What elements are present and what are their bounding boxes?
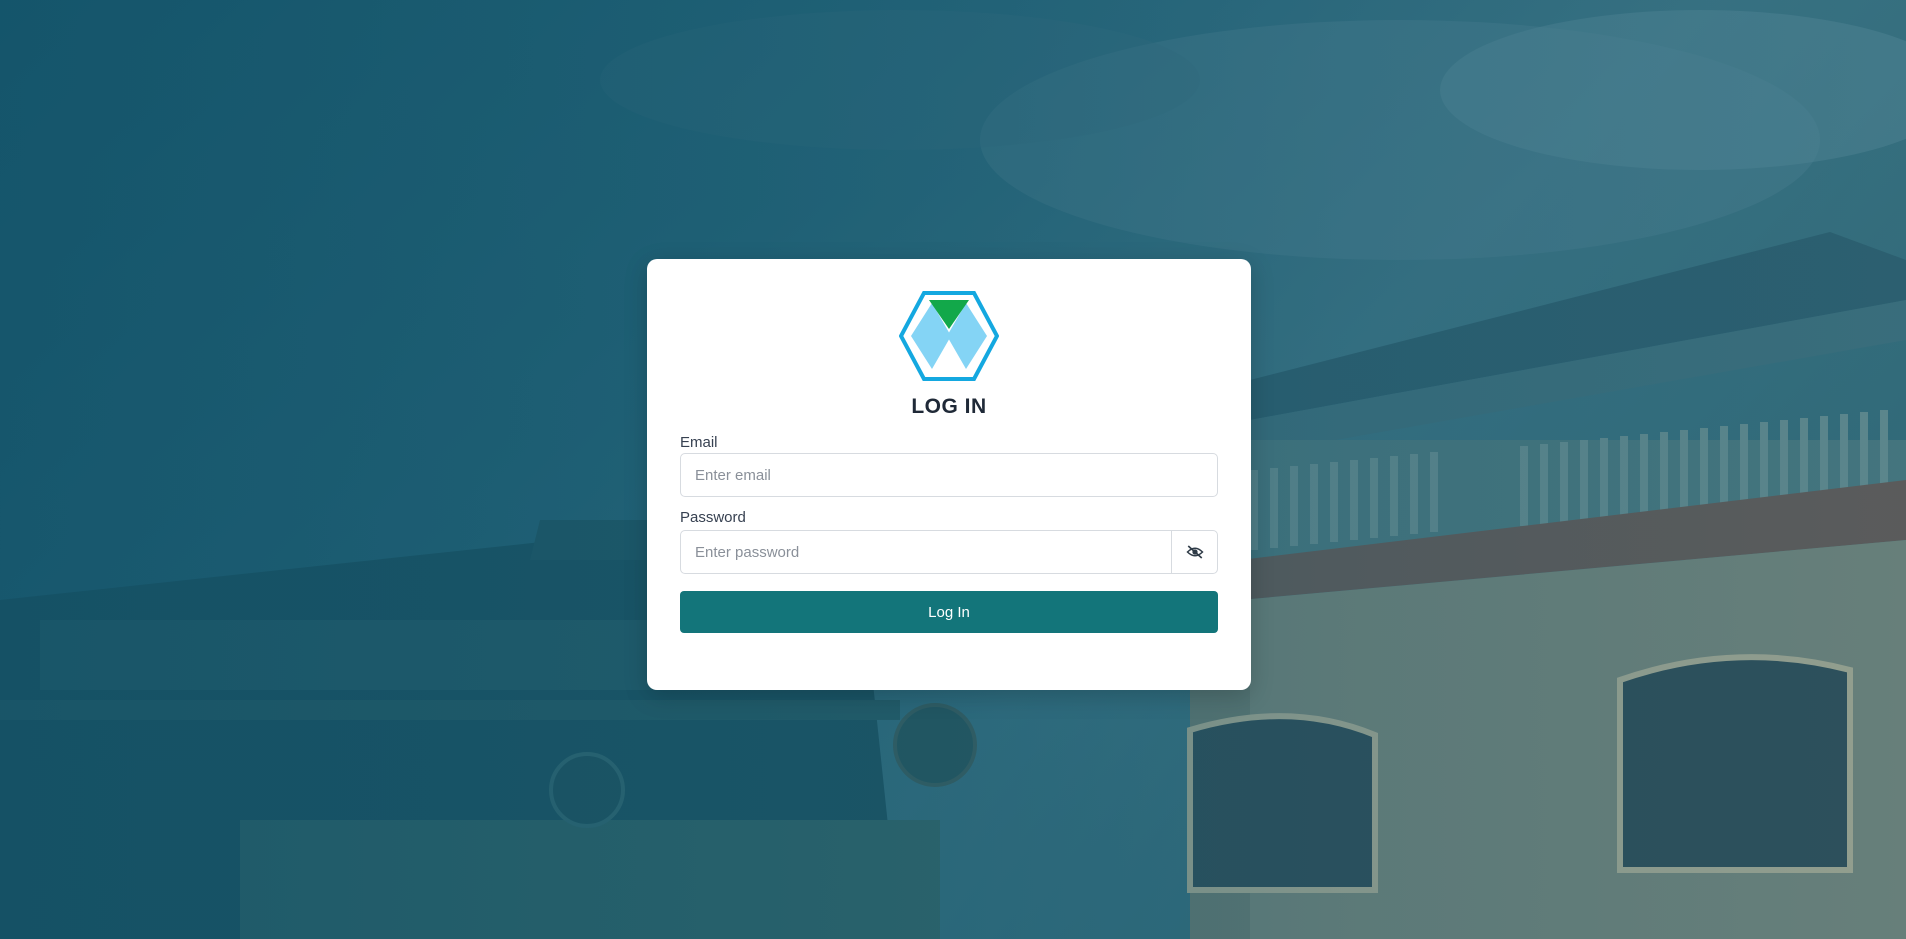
- login-card: LOG IN Email Password Log In: [647, 259, 1251, 690]
- eye-slash-icon: [1185, 545, 1204, 559]
- password-label: Password: [680, 509, 746, 526]
- hexagon-logo-icon: [899, 291, 999, 381]
- page-title: LOG IN: [911, 395, 987, 418]
- login-button[interactable]: Log In: [680, 591, 1218, 633]
- email-label: Email: [680, 434, 718, 451]
- password-field[interactable]: [680, 530, 1172, 574]
- toggle-password-visibility-button[interactable]: [1171, 530, 1218, 574]
- email-field[interactable]: [680, 453, 1218, 497]
